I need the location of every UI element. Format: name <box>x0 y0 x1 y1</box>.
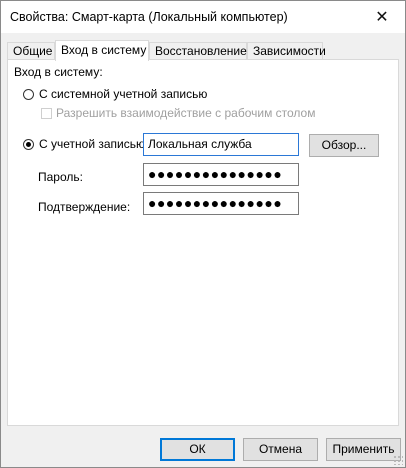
title-bar[interactable]: Свойства: Смарт-карта (Локальный компьют… <box>1 1 405 33</box>
confirm-password-field[interactable]: ●●●●●●●●●●●●●●● <box>143 192 299 215</box>
this-account-label[interactable]: С учетной записью: <box>39 137 148 151</box>
tab-general[interactable]: Общие <box>7 42 55 59</box>
tab-dependencies[interactable]: Зависимости <box>247 42 326 59</box>
close-icon: ✕ <box>375 9 389 26</box>
confirm-password-label: Подтверждение: <box>38 200 131 214</box>
window-title: Свойства: Смарт-карта (Локальный компьют… <box>10 10 288 24</box>
tab-logon[interactable]: Вход в систему <box>55 40 149 61</box>
apply-button[interactable]: Применить <box>326 438 401 461</box>
system-account-label[interactable]: С системной учетной записью <box>39 87 207 101</box>
allow-desktop-checkbox[interactable] <box>41 108 52 119</box>
password-field[interactable]: ●●●●●●●●●●●●●●● <box>143 163 299 186</box>
allow-desktop-label[interactable]: Разрешить взаимодействие с рабочим столо… <box>56 106 315 120</box>
account-name-field[interactable]: Локальная служба <box>143 133 299 156</box>
system-account-radio[interactable] <box>23 89 34 100</box>
ok-button[interactable]: ОК <box>160 438 235 461</box>
cancel-button[interactable]: Отмена <box>243 438 318 461</box>
logon-group-label: Вход в систему: <box>14 65 103 79</box>
tab-strip: Общие Вход в систему Восстановление Зави… <box>7 40 399 61</box>
properties-dialog: Свойства: Смарт-карта (Локальный компьют… <box>0 0 406 468</box>
logon-tab-panel: Вход в систему: С системной учетной запи… <box>7 59 399 426</box>
browse-button[interactable]: Обзор... <box>309 134 379 157</box>
tab-recovery[interactable]: Восстановление <box>149 42 247 59</box>
this-account-radio[interactable] <box>23 139 34 150</box>
resize-grip-icon[interactable] <box>393 455 403 465</box>
close-button[interactable]: ✕ <box>359 1 405 33</box>
password-label: Пароль: <box>38 170 83 184</box>
